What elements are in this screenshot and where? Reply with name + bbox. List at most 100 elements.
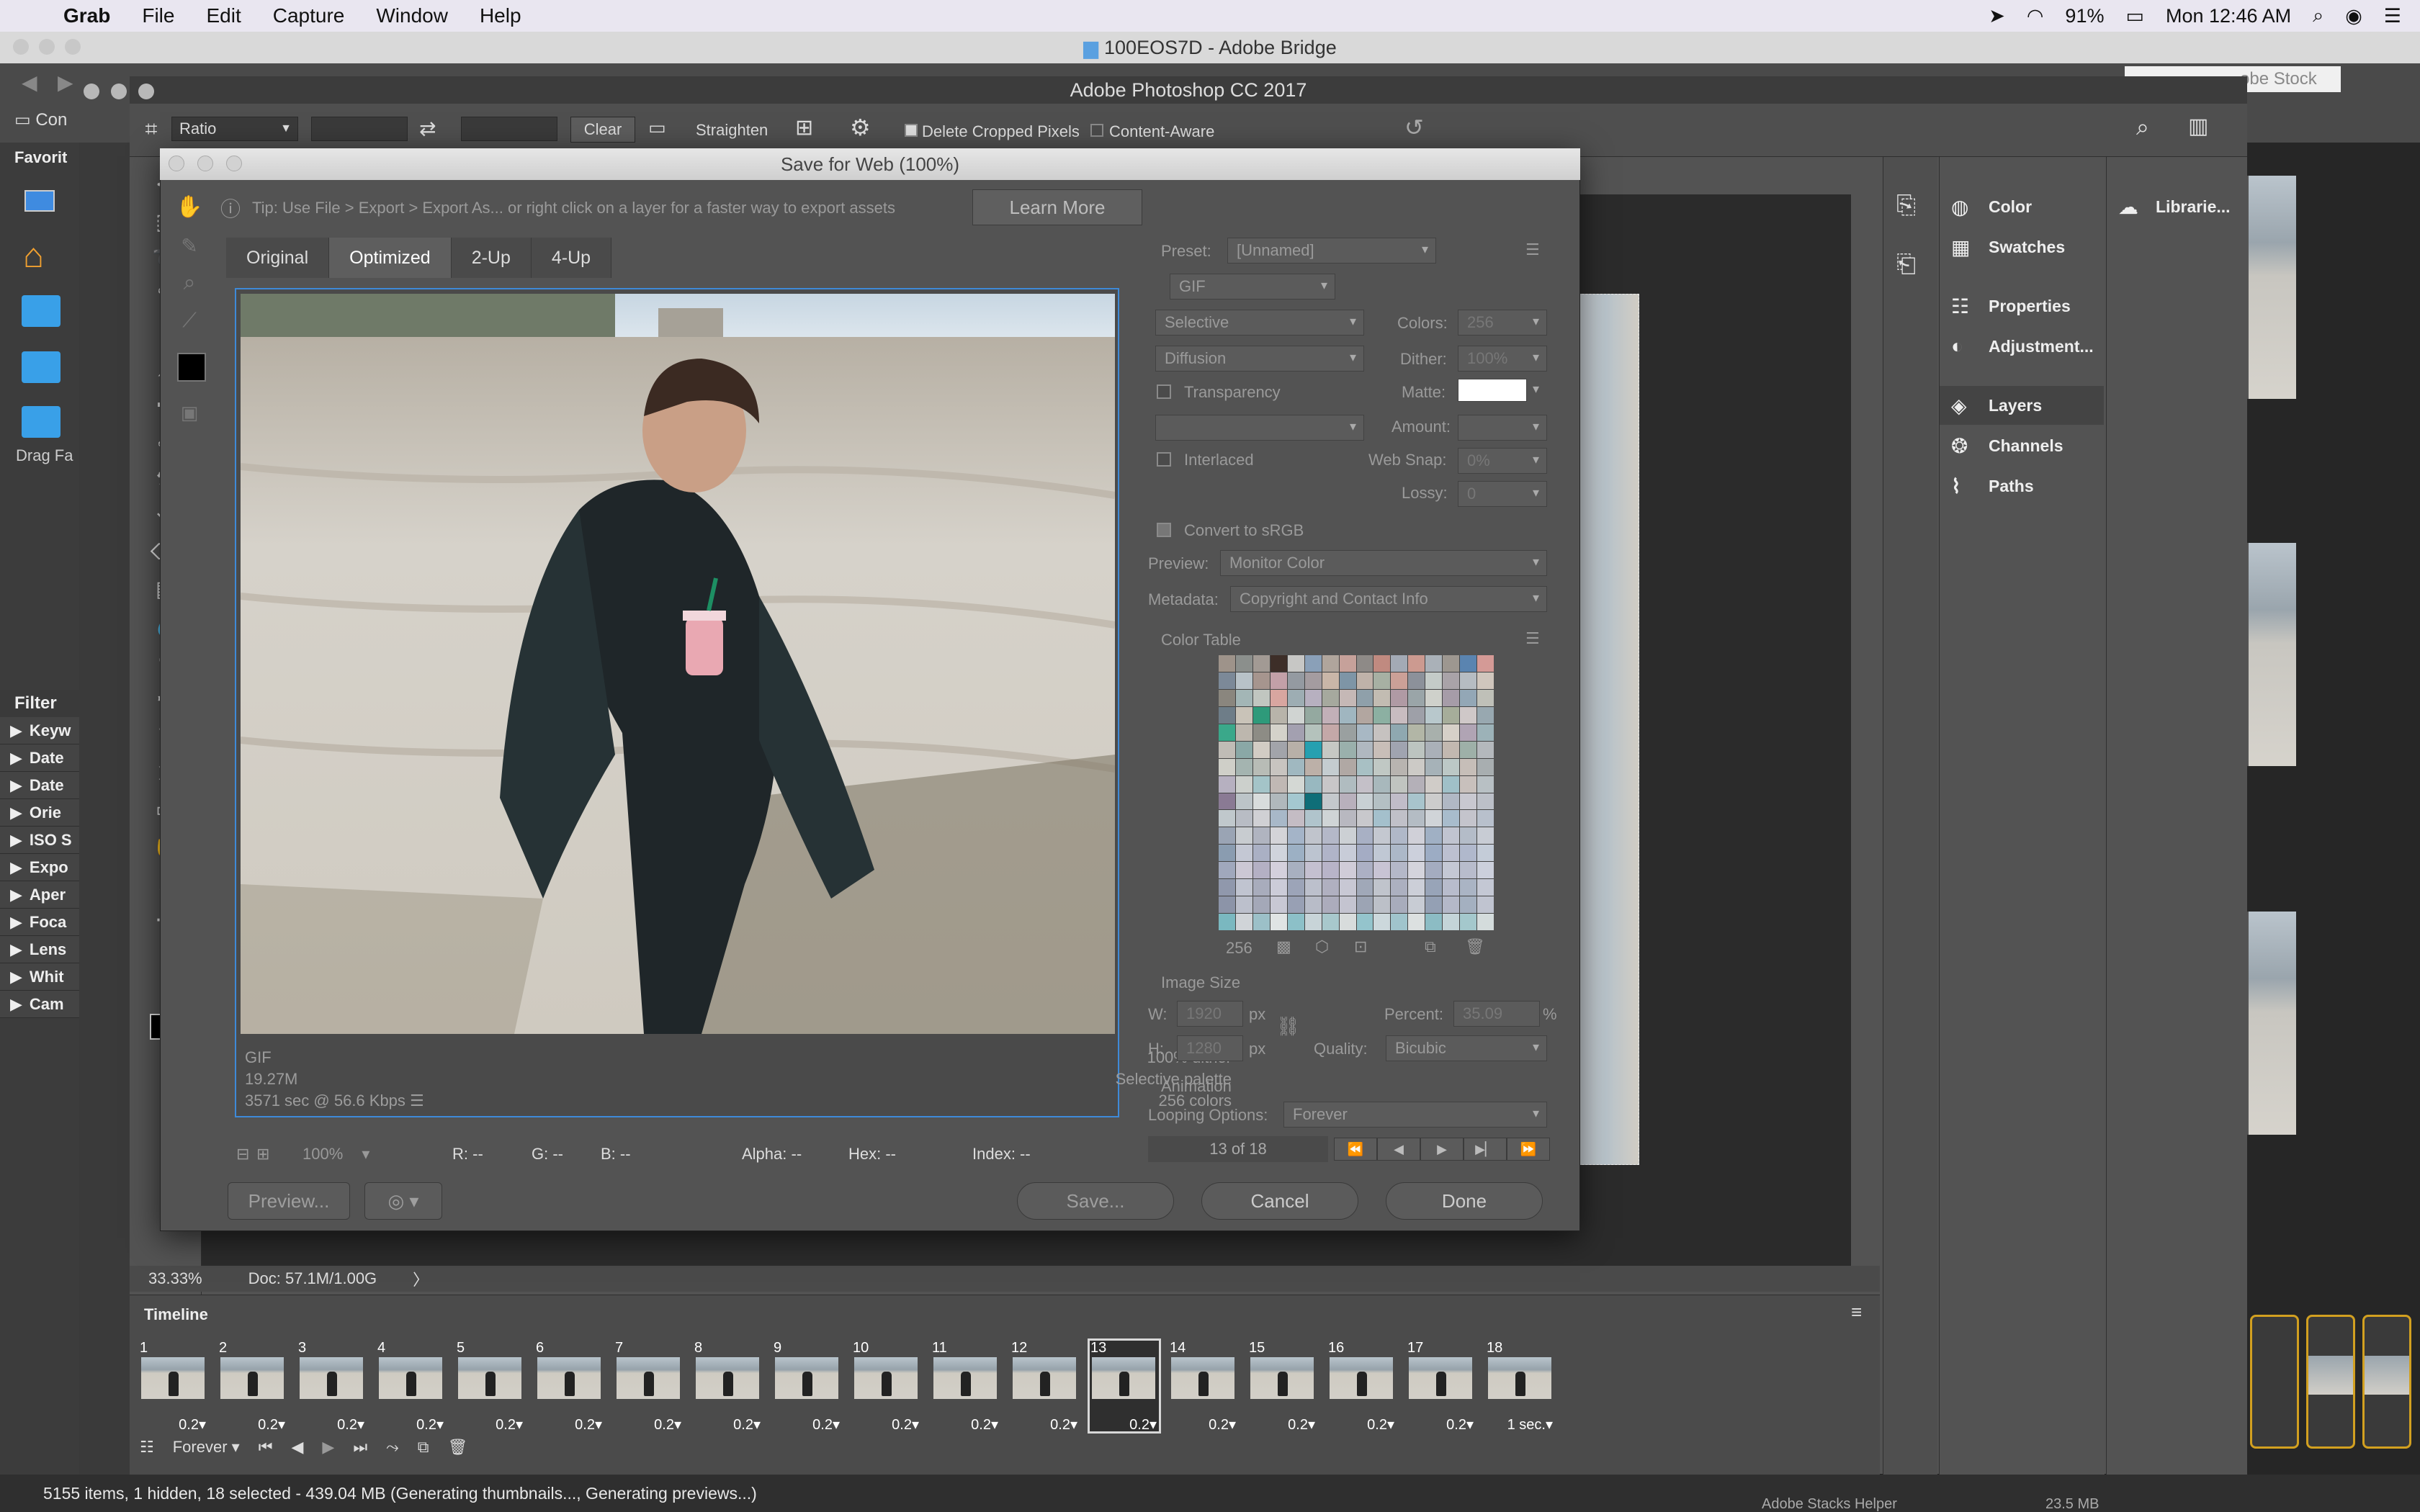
color-table-swatch[interactable]: [1391, 810, 1408, 827]
preview-select[interactable]: Monitor Color ▾: [1220, 550, 1547, 576]
color-table-swatch[interactable]: [1270, 655, 1287, 672]
next-frame-icon[interactable]: ⏭: [353, 1438, 367, 1457]
timeline-frame[interactable]: 11 0.2▾: [929, 1338, 1003, 1434]
color-table-swatch[interactable]: [1460, 896, 1477, 914]
close-icon[interactable]: [84, 84, 99, 99]
content-aware-checkbox[interactable]: [1090, 124, 1103, 137]
color-table-swatch[interactable]: [1322, 896, 1339, 914]
color-table-swatch[interactable]: [1477, 758, 1494, 775]
dither-input[interactable]: 100% ▾: [1458, 346, 1547, 372]
color-table-swatch[interactable]: [1252, 689, 1270, 706]
filter-row[interactable]: ▶ Keyw: [0, 717, 79, 744]
color-table-swatch[interactable]: [1460, 741, 1477, 758]
timeline-frame[interactable]: 17 0.2▾: [1404, 1338, 1478, 1434]
color-table-swatch[interactable]: [1460, 775, 1477, 793]
color-table-swatch[interactable]: [1460, 672, 1477, 689]
search-icon[interactable]: ⌕: [2136, 114, 2149, 141]
color-table-swatch[interactable]: [1460, 724, 1477, 741]
color-table-swatch[interactable]: [1235, 879, 1252, 896]
filmstrip-thumb-b[interactable]: [2306, 1315, 2355, 1449]
thumbnail-3[interactable]: [2247, 912, 2296, 1135]
color-table-swatch[interactable]: [1270, 879, 1287, 896]
color-table-swatch[interactable]: [1339, 655, 1356, 672]
color-table-swatch[interactable]: [1235, 655, 1252, 672]
color-table-swatch[interactable]: [1339, 724, 1356, 741]
filter-row[interactable]: ▶ ISO S: [0, 827, 79, 854]
home-icon[interactable]: ⌂: [23, 236, 44, 276]
frame-delay[interactable]: 0.2▾: [416, 1416, 444, 1434]
color-table-swatch[interactable]: [1235, 896, 1252, 914]
color-table-swatch[interactable]: [1322, 914, 1339, 930]
cancel-button[interactable]: Cancel: [1201, 1182, 1358, 1220]
zoom-tool-icon[interactable]: ⌕: [171, 265, 207, 301]
dialog-zoom-select[interactable]: 100% ▾: [302, 1145, 369, 1164]
filter-row[interactable]: ▶ Whit: [0, 963, 79, 991]
frame-delay[interactable]: 0.2▾: [971, 1416, 998, 1434]
color-table-swatch[interactable]: [1252, 724, 1270, 741]
color-table-swatch[interactable]: [1322, 793, 1339, 810]
color-table-swatch[interactable]: [1219, 879, 1235, 896]
color-table-swatch[interactable]: [1425, 706, 1443, 724]
play-icon[interactable]: ▶: [322, 1438, 334, 1457]
color-table-swatch[interactable]: [1252, 793, 1270, 810]
color-table-swatch[interactable]: [1270, 896, 1287, 914]
color-table-swatch[interactable]: [1252, 879, 1270, 896]
color-table-swatch[interactable]: [1408, 862, 1425, 879]
color-table-swatch[interactable]: [1477, 724, 1494, 741]
folder-icon-2[interactable]: [22, 351, 60, 383]
color-table-swatch[interactable]: [1339, 793, 1356, 810]
looping-select[interactable]: Forever ▾: [1283, 1102, 1547, 1128]
color-table-swatch[interactable]: [1356, 741, 1373, 758]
color-table-swatch[interactable]: [1304, 655, 1322, 672]
color-table-swatch[interactable]: [1339, 689, 1356, 706]
transparency-checkbox[interactable]: [1157, 384, 1171, 399]
panel-layers[interactable]: ◈ Layers: [1940, 386, 2104, 425]
panel-swatches[interactable]: ▦ Swatches: [1940, 228, 2104, 266]
color-table-swatch[interactable]: [1443, 896, 1460, 914]
panel-adjustments[interactable]: ◐ Adjustment...: [1940, 327, 2104, 366]
color-table-swatch[interactable]: [1356, 914, 1373, 930]
duplicate-frame-icon[interactable]: ⧉: [418, 1438, 429, 1457]
last-frame-icon[interactable]: ⏩: [1507, 1138, 1550, 1161]
color-table-swatch[interactable]: [1477, 672, 1494, 689]
timeline-frame[interactable]: 1 0.2▾: [137, 1338, 210, 1434]
color-table-swatch[interactable]: [1425, 914, 1443, 930]
delete-cropped-label[interactable]: Delete Cropped Pixels: [922, 122, 1080, 141]
color-table-swatch[interactable]: [1252, 810, 1270, 827]
zoom-level[interactable]: 33.33%: [148, 1269, 202, 1288]
color-table-swatch[interactable]: [1287, 706, 1304, 724]
color-table-swatch[interactable]: [1235, 758, 1252, 775]
preview-button[interactable]: Preview...: [228, 1182, 350, 1220]
color-table-swatch[interactable]: [1460, 706, 1477, 724]
frame-delay[interactable]: 0.2▾: [496, 1416, 523, 1434]
panel-properties[interactable]: ☷ Properties: [1940, 287, 2104, 325]
color-table-swatch[interactable]: [1356, 775, 1373, 793]
color-table-swatch[interactable]: [1460, 689, 1477, 706]
color-table-swatch[interactable]: [1425, 793, 1443, 810]
timeline-frame[interactable]: 9 0.2▾: [771, 1338, 844, 1434]
color-table-swatch[interactable]: [1339, 827, 1356, 845]
color-table-swatch[interactable]: [1322, 655, 1339, 672]
color-table-swatch[interactable]: [1304, 914, 1322, 930]
panel-channels[interactable]: ❂ Channels: [1940, 426, 2104, 465]
color-table-swatch[interactable]: [1477, 914, 1494, 930]
color-table-swatch[interactable]: [1322, 845, 1339, 862]
menu-window[interactable]: Window: [376, 4, 448, 27]
frame-delay[interactable]: 0.2▾: [1367, 1416, 1394, 1434]
menu-edit[interactable]: Edit: [206, 4, 241, 27]
color-table-swatch[interactable]: [1304, 862, 1322, 879]
color-table-swatch[interactable]: [1443, 724, 1460, 741]
color-table-swatch[interactable]: [1373, 689, 1391, 706]
color-table-swatch[interactable]: [1391, 914, 1408, 930]
timeline-frame[interactable]: 16 0.2▾: [1325, 1338, 1399, 1434]
color-table-swatch[interactable]: [1235, 672, 1252, 689]
color-table-swatch[interactable]: [1477, 879, 1494, 896]
color-table-swatch[interactable]: [1287, 862, 1304, 879]
color-table-swatch[interactable]: [1219, 862, 1235, 879]
panel-menu-icon[interactable]: ≡: [1851, 1301, 1862, 1323]
color-table-swatch[interactable]: [1322, 741, 1339, 758]
color-table-swatch[interactable]: [1270, 775, 1287, 793]
hand-tool-icon[interactable]: ✋: [171, 189, 207, 225]
frame-delay[interactable]: 0.2▾: [179, 1416, 206, 1434]
filter-row[interactable]: ▶ Lens: [0, 936, 79, 963]
